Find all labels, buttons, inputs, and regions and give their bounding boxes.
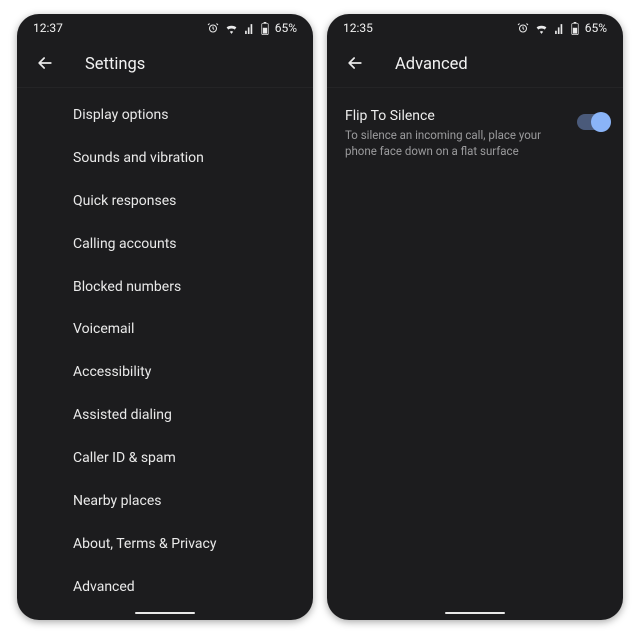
app-bar: Settings	[17, 42, 313, 88]
toggle-knob	[591, 112, 611, 132]
home-indicator[interactable]	[445, 612, 505, 615]
page-title: Advanced	[395, 55, 468, 74]
back-button[interactable]	[27, 47, 63, 83]
signal-icon	[244, 23, 255, 34]
list-item-caller-id-spam[interactable]: Caller ID & spam	[17, 437, 313, 480]
list-item-nearby-places[interactable]: Nearby places	[17, 480, 313, 523]
setting-text: Flip To Silence To silence an incoming c…	[345, 108, 567, 159]
status-bar: 12:37 65%	[17, 14, 313, 42]
status-time: 12:37	[33, 21, 63, 35]
phone-settings: 12:37 65% Settings Display options	[17, 14, 313, 620]
list-item-display-options[interactable]: Display options	[17, 94, 313, 137]
back-button[interactable]	[337, 47, 373, 83]
status-time: 12:35	[343, 21, 373, 35]
list-item-sounds-vibration[interactable]: Sounds and vibration	[17, 137, 313, 180]
signal-icon	[554, 23, 565, 34]
battery-icon	[571, 22, 579, 35]
settings-list: Display options Sounds and vibration Qui…	[17, 88, 313, 620]
list-item-calling-accounts[interactable]: Calling accounts	[17, 223, 313, 266]
list-item-blocked-numbers[interactable]: Blocked numbers	[17, 266, 313, 309]
alarm-icon	[207, 22, 219, 34]
arrow-left-icon	[345, 53, 365, 77]
list-item-voicemail[interactable]: Voicemail	[17, 308, 313, 351]
setting-flip-to-silence[interactable]: Flip To Silence To silence an incoming c…	[327, 94, 623, 173]
list-item-about-terms-privacy[interactable]: About, Terms & Privacy	[17, 523, 313, 566]
wifi-icon	[225, 23, 238, 34]
home-indicator[interactable]	[135, 612, 195, 615]
setting-title: Flip To Silence	[345, 108, 567, 124]
status-bar: 12:35 65%	[327, 14, 623, 42]
battery-percent: 65%	[275, 21, 297, 35]
list-item-advanced[interactable]: Advanced	[17, 566, 313, 609]
status-icons: 65%	[517, 21, 607, 35]
status-icons: 65%	[207, 21, 297, 35]
battery-icon	[261, 22, 269, 35]
list-item-accessibility[interactable]: Accessibility	[17, 351, 313, 394]
page-title: Settings	[85, 55, 145, 74]
wifi-icon	[535, 23, 548, 34]
setting-description: To silence an incoming call, place your …	[345, 128, 545, 159]
toggle-switch[interactable]	[577, 114, 609, 130]
alarm-icon	[517, 22, 529, 34]
list-item-quick-responses[interactable]: Quick responses	[17, 180, 313, 223]
app-bar: Advanced	[327, 42, 623, 88]
phone-advanced: 12:35 65% Advanced Fl	[327, 14, 623, 620]
arrow-left-icon	[35, 53, 55, 77]
list-item-assisted-dialing[interactable]: Assisted dialing	[17, 394, 313, 437]
battery-percent: 65%	[585, 21, 607, 35]
advanced-list: Flip To Silence To silence an incoming c…	[327, 88, 623, 620]
